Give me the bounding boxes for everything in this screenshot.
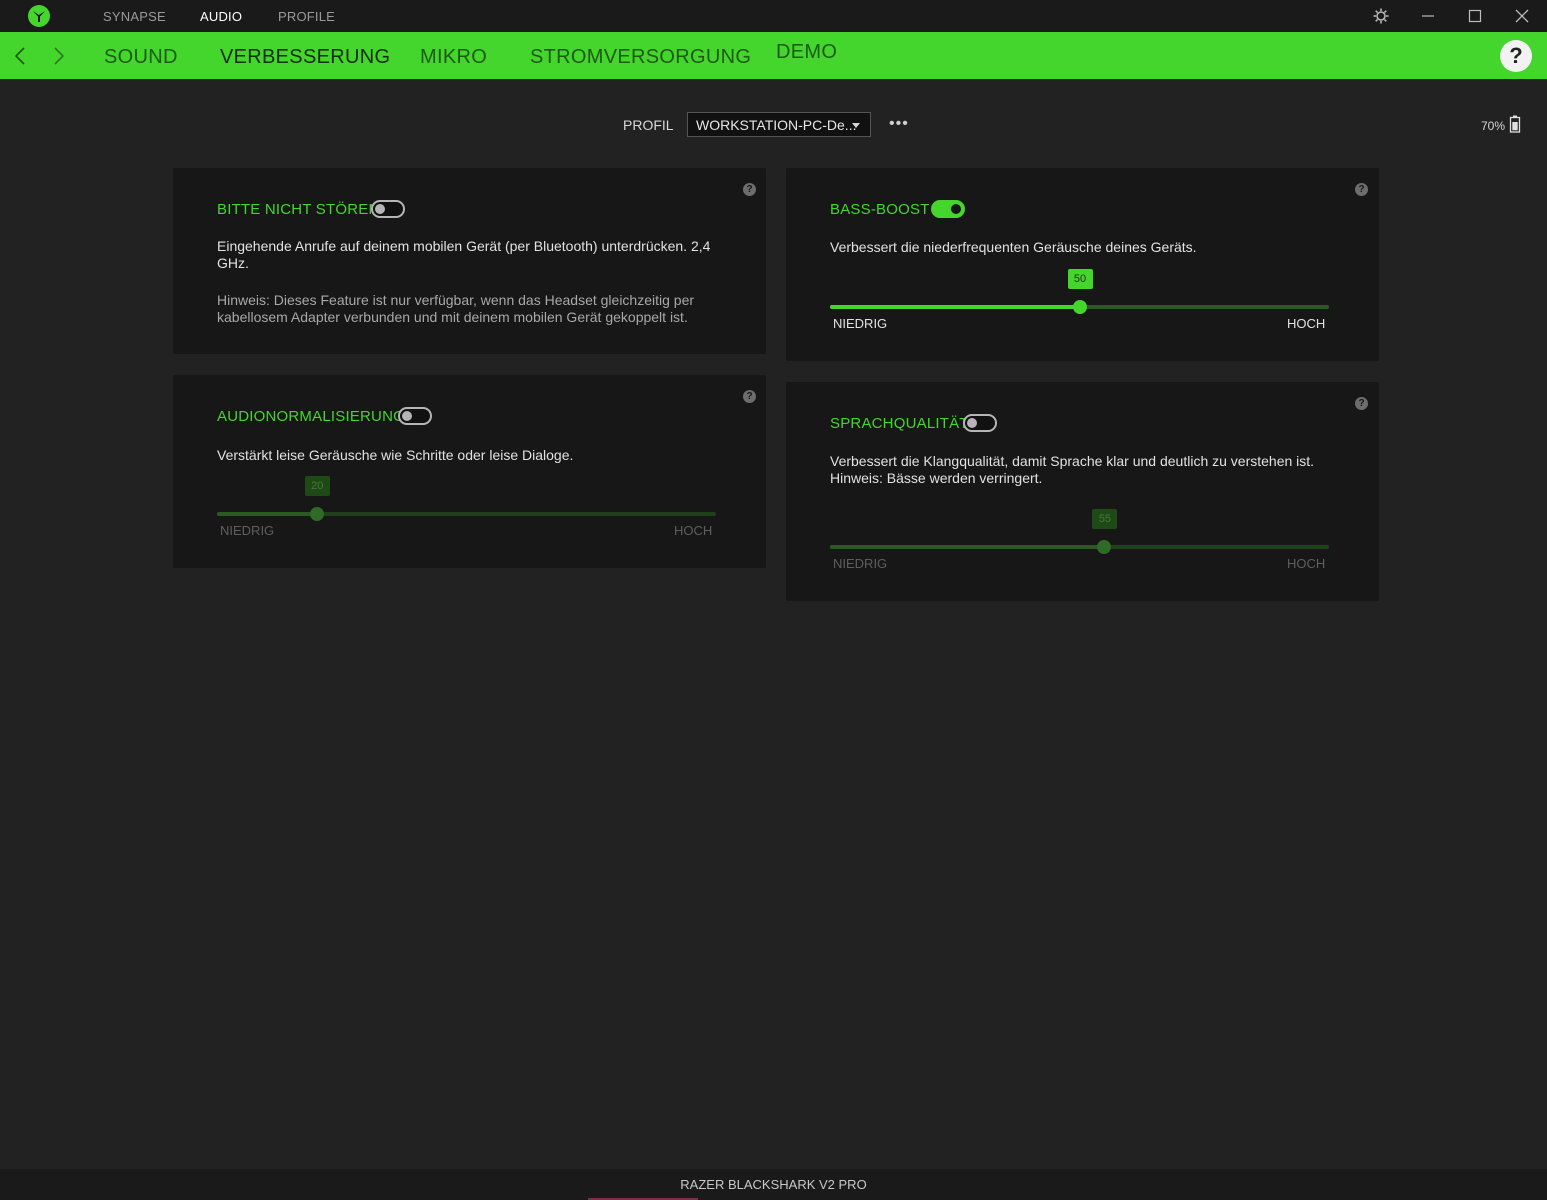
normalization-title: AUDIONORMALISIERUNG — [217, 408, 405, 425]
normalization-high-label: HOCH — [674, 523, 713, 538]
voice-slider-handle[interactable] — [1097, 540, 1112, 554]
voice-slider-fill — [830, 545, 1105, 549]
normalization-slider[interactable]: 20 — [217, 476, 716, 521]
title-bar: SYNAPSE AUDIO PROFILE — [0, 0, 1547, 32]
bass-slider-value: 50 — [1067, 269, 1093, 289]
voice-low-label: NIEDRIG — [833, 556, 888, 571]
normalization-help-icon[interactable]: ? — [743, 390, 756, 403]
voice-slider[interactable]: 55 — [830, 509, 1329, 554]
card-do-not-disturb: BITTE NICHT STÖREN ? Eingehende Anrufe a… — [173, 168, 766, 354]
bass-low-label: NIEDRIG — [833, 316, 888, 331]
normalization-toggle[interactable] — [398, 407, 432, 425]
close-icon[interactable] — [1512, 6, 1532, 26]
dnd-title: BITTE NICHT STÖREN — [217, 201, 380, 218]
bass-high-label: HOCH — [1287, 316, 1326, 331]
normalization-slider-value: 20 — [304, 476, 330, 496]
voice-note: Hinweis: Bässe werden verringert. — [830, 470, 1043, 486]
bass-description: Verbessert die niederfrequenten Geräusch… — [830, 239, 1197, 255]
voice-description: Verbessert die Klangqualität, damit Spra… — [830, 453, 1315, 469]
help-button[interactable]: ? — [1500, 40, 1532, 72]
chevron-down-icon — [852, 123, 860, 128]
profile-dropdown-value: WORKSTATION-PC-De... — [696, 117, 857, 133]
dnd-help-icon[interactable]: ? — [743, 183, 756, 196]
forward-arrow-icon[interactable] — [48, 45, 68, 67]
back-arrow-icon[interactable] — [11, 45, 31, 67]
bass-slider-handle[interactable] — [1072, 300, 1087, 314]
settings-gear-icon[interactable] — [1371, 6, 1391, 26]
tab-verbesserung[interactable]: VERBESSERUNG — [220, 46, 390, 69]
card-audio-normalization: AUDIONORMALISIERUNG ? Verstärkt leise Ge… — [173, 375, 766, 568]
tab-profile[interactable]: PROFILE — [278, 9, 335, 24]
profile-label: PROFIL — [623, 117, 674, 133]
battery-icon — [1509, 115, 1521, 133]
more-options-button[interactable]: ••• — [889, 115, 909, 133]
battery-percent: 70% — [1481, 119, 1506, 133]
status-footer: RAZER BLACKSHARK V2 PRO — [0, 1169, 1547, 1200]
bass-title: BASS-BOOST — [830, 201, 930, 218]
card-bass-boost: BASS-BOOST ? Verbessert die niederfreque… — [786, 168, 1379, 361]
voice-title: SPRACHQUALITÄT — [830, 415, 969, 432]
section-nav-bar: SOUND VERBESSERUNG MIKRO STROMVERSORGUNG… — [0, 32, 1547, 79]
dnd-description: Eingehende Anrufe auf deinem mobilen Ger… — [217, 238, 711, 271]
bass-help-icon[interactable]: ? — [1355, 183, 1368, 196]
card-voice-quality: SPRACHQUALITÄT ? Verbessert die Klangqua… — [786, 382, 1379, 601]
maximize-icon[interactable] — [1465, 6, 1485, 26]
normalization-slider-handle[interactable] — [309, 507, 324, 521]
bass-toggle[interactable] — [931, 200, 965, 218]
bass-slider[interactable]: 50 — [830, 269, 1329, 314]
tab-audio[interactable]: AUDIO — [200, 9, 242, 24]
tab-sound[interactable]: SOUND — [104, 46, 178, 69]
profile-dropdown[interactable]: WORKSTATION-PC-De... — [687, 112, 871, 137]
tab-stromversorgung[interactable]: STROMVERSORGUNG — [530, 46, 751, 69]
voice-help-icon[interactable]: ? — [1355, 397, 1368, 410]
dnd-toggle[interactable] — [371, 200, 405, 218]
bass-slider-fill — [830, 305, 1080, 309]
help-icon: ? — [1509, 43, 1523, 68]
voice-high-label: HOCH — [1287, 556, 1326, 571]
razer-logo-icon[interactable] — [27, 4, 51, 28]
normalization-slider-fill — [217, 512, 317, 516]
normalization-low-label: NIEDRIG — [220, 523, 275, 538]
minimize-icon[interactable] — [1418, 6, 1438, 26]
tab-mikro[interactable]: MIKRO — [420, 46, 487, 69]
normalization-description: Verstärkt leise Geräusche wie Schritte o… — [217, 447, 574, 463]
device-name: RAZER BLACKSHARK V2 PRO — [680, 1177, 867, 1192]
tab-synapse[interactable]: SYNAPSE — [103, 9, 166, 24]
voice-slider-value: 55 — [1092, 509, 1118, 529]
tab-demo[interactable]: DEMO — [776, 41, 837, 64]
dnd-note: Hinweis: Dieses Feature ist nur verfügba… — [217, 292, 695, 325]
voice-toggle[interactable] — [963, 414, 997, 432]
